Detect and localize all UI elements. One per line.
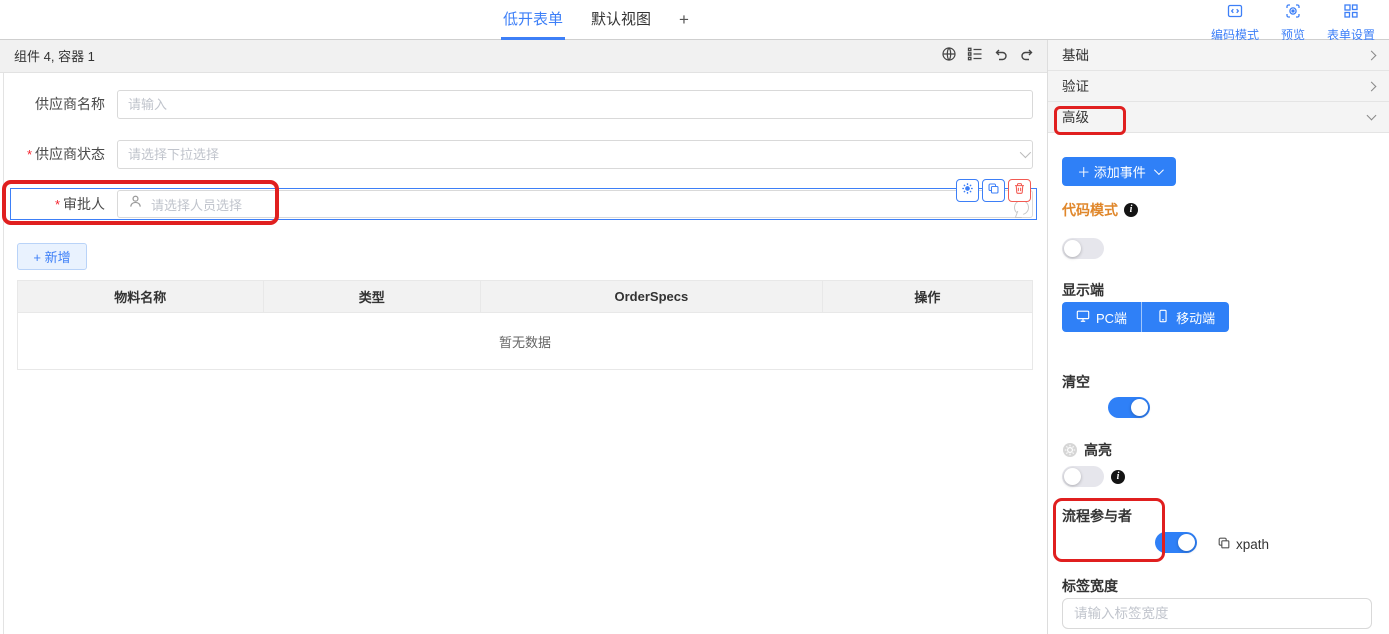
component-delete-button[interactable] bbox=[1008, 179, 1031, 202]
col-material-name: 物料名称 bbox=[18, 281, 264, 313]
tab-default-view[interactable]: 默认视图 bbox=[591, 0, 651, 40]
canvas-area: 组件 4, 容器 1 供应商名称 bbox=[0, 40, 1048, 634]
properties-panel: 基础 验证 高级 ＋ 添加事件 代码模式 i 显示端 PC端 bbox=[1048, 40, 1389, 634]
required-marker: * bbox=[27, 147, 32, 162]
trash-icon bbox=[1013, 182, 1026, 200]
section-validation[interactable]: 验证 bbox=[1048, 71, 1389, 102]
field-label: 供应商名称 bbox=[0, 90, 105, 119]
person-icon bbox=[128, 194, 143, 214]
process-participant-label: 流程参与者 bbox=[1062, 506, 1132, 526]
section-advanced[interactable]: 高级 bbox=[1048, 102, 1389, 133]
field-label: *供应商状态 bbox=[0, 140, 105, 169]
col-type: 类型 bbox=[263, 281, 480, 313]
label-width-label: 标签宽度 bbox=[1062, 576, 1118, 596]
add-row-button[interactable]: + 新增 bbox=[17, 243, 87, 270]
table-header-row: 物料名称 类型 OrderSpecs 操作 bbox=[18, 281, 1033, 313]
canvas-toolbar bbox=[941, 40, 1035, 73]
component-settings-button[interactable] bbox=[956, 179, 979, 202]
top-bar: 低开表单 默认视图 + 编码模式 预览 表单设置 bbox=[0, 0, 1389, 40]
component-action-buttons bbox=[956, 179, 1031, 202]
comment-bubble-icon bbox=[1014, 200, 1029, 215]
required-marker: * bbox=[55, 197, 60, 212]
mobile-side-button[interactable]: 移动端 bbox=[1141, 302, 1229, 332]
add-event-button[interactable]: ＋ 添加事件 bbox=[1062, 157, 1176, 186]
undo-icon[interactable] bbox=[993, 46, 1009, 67]
canvas-header: 组件 4, 容器 1 bbox=[0, 40, 1047, 73]
field-supplier-name: 供应商名称 bbox=[0, 90, 1048, 119]
supplier-name-input[interactable] bbox=[117, 90, 1033, 119]
outline-tree-icon[interactable] bbox=[967, 46, 983, 67]
chevron-right-icon bbox=[1367, 51, 1377, 61]
field-supplier-status: *供应商状态 bbox=[0, 140, 1048, 169]
code-mode-button[interactable]: 编码模式 bbox=[1211, 3, 1259, 43]
chevron-down-icon bbox=[1367, 111, 1377, 121]
approver-person-picker[interactable]: 请选择人员选择 bbox=[117, 190, 1033, 218]
process-participant-toggle[interactable] bbox=[1155, 532, 1197, 553]
chevron-right-icon bbox=[1367, 82, 1377, 92]
chevron-down-icon bbox=[1154, 165, 1164, 175]
pc-side-button[interactable]: PC端 bbox=[1062, 302, 1141, 332]
code-mode-toggle[interactable] bbox=[1062, 238, 1104, 259]
gear-circle-icon bbox=[1062, 442, 1078, 458]
add-view-tab-button[interactable]: + bbox=[679, 0, 689, 40]
form-settings-button[interactable]: 表单设置 bbox=[1327, 3, 1375, 43]
col-actions: 操作 bbox=[822, 281, 1032, 313]
monitor-icon bbox=[1076, 309, 1090, 326]
supplier-status-select[interactable] bbox=[117, 140, 1033, 169]
table-empty-row: 暂无数据 bbox=[18, 313, 1033, 370]
phone-icon bbox=[1156, 309, 1170, 326]
gear-icon bbox=[961, 182, 974, 200]
field-approver[interactable]: *审批人 请选择人员选择 bbox=[0, 190, 1048, 218]
preview-button[interactable]: 预览 bbox=[1281, 3, 1305, 43]
field-label: *审批人 bbox=[0, 190, 105, 219]
component-breadcrumb: 组件 4, 容器 1 bbox=[14, 40, 95, 73]
label-width-input[interactable] bbox=[1062, 598, 1372, 629]
xpath-button[interactable]: xpath bbox=[1217, 536, 1269, 553]
view-tabs: 低开表单 默认视图 + bbox=[503, 0, 689, 40]
code-mode-setting-label: 代码模式 i bbox=[1062, 200, 1138, 220]
grid-icon bbox=[1343, 3, 1359, 24]
clear-toggle[interactable] bbox=[1108, 397, 1150, 418]
globe-icon[interactable] bbox=[941, 46, 957, 67]
highlight-toggle-row: i bbox=[1062, 466, 1125, 487]
empty-state-text: 暂无数据 bbox=[18, 313, 1033, 370]
display-side-label: 显示端 bbox=[1062, 280, 1104, 300]
display-side-switch: PC端 移动端 bbox=[1062, 302, 1229, 332]
top-actions: 编码模式 预览 表单设置 bbox=[1211, 3, 1375, 43]
component-copy-button[interactable] bbox=[982, 179, 1005, 202]
highlight-setting-label: 高亮 bbox=[1062, 440, 1112, 460]
highlight-toggle[interactable] bbox=[1062, 466, 1104, 487]
code-window-icon bbox=[1227, 3, 1243, 24]
col-order-specs: OrderSpecs bbox=[480, 281, 822, 313]
redo-icon[interactable] bbox=[1019, 46, 1035, 67]
tab-lowcode-form[interactable]: 低开表单 bbox=[503, 0, 563, 40]
person-picker-placeholder: 请选择人员选择 bbox=[151, 195, 242, 214]
form-designer-app: 低开表单 默认视图 + 编码模式 预览 表单设置 bbox=[0, 0, 1389, 634]
copy-icon bbox=[1217, 536, 1231, 553]
info-icon[interactable]: i bbox=[1111, 470, 1125, 484]
section-basic[interactable]: 基础 bbox=[1048, 40, 1389, 71]
clear-setting-label: 清空 bbox=[1062, 372, 1090, 392]
info-icon[interactable]: i bbox=[1124, 203, 1138, 217]
copy-icon bbox=[987, 182, 1000, 200]
preview-icon bbox=[1285, 3, 1301, 24]
materials-table: 物料名称 类型 OrderSpecs 操作 暂无数据 bbox=[17, 280, 1033, 370]
